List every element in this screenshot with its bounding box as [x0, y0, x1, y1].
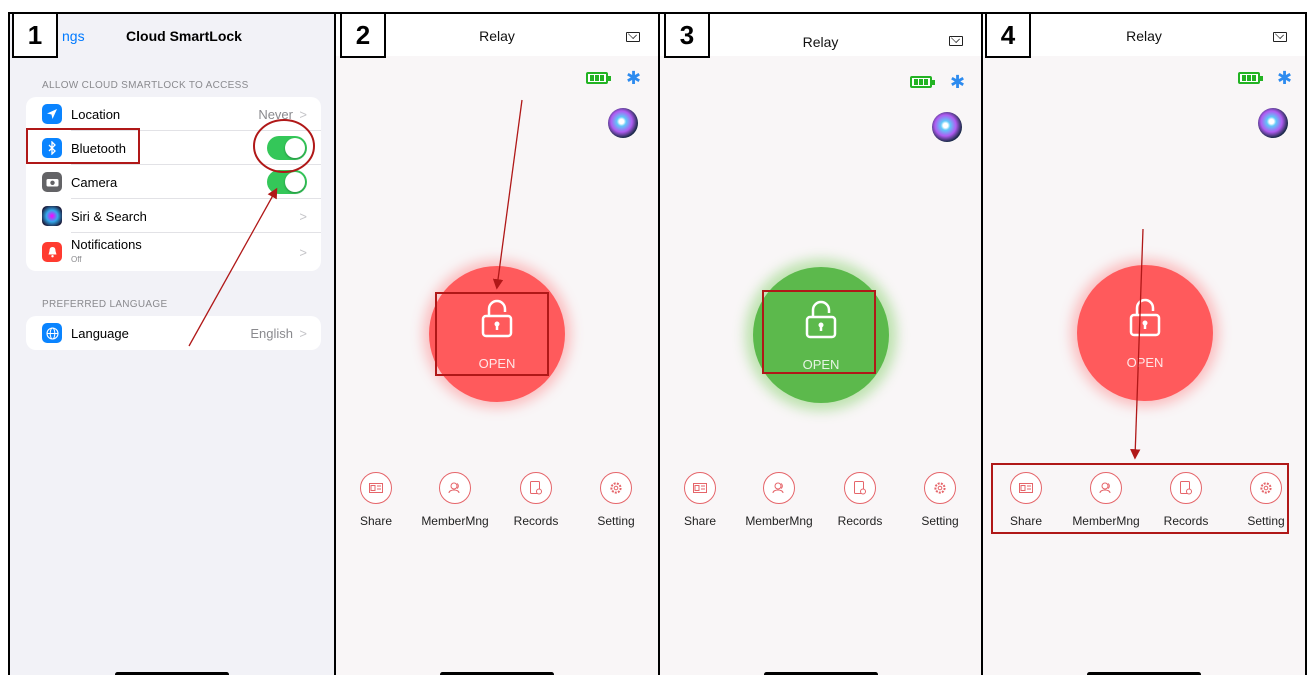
nav-records[interactable]: Records: [820, 472, 900, 528]
row-language[interactable]: Language English >: [26, 316, 321, 350]
bluetooth-icon: ✱: [950, 72, 966, 92]
step-badge-3: 3: [664, 12, 710, 58]
camera-toggle[interactable]: [267, 170, 307, 194]
members-icon: [439, 472, 471, 504]
camera-icon: [42, 172, 62, 192]
highlight-open-button-active: [762, 290, 876, 374]
battery-icon: [586, 72, 611, 84]
siri-icon[interactable]: [1258, 108, 1288, 138]
mail-icon[interactable]: [949, 36, 963, 46]
settings-panel: ngs Cloud SmartLock ALLOW CLOUD SMARTLOC…: [8, 12, 336, 675]
share-icon: [360, 472, 392, 504]
row-label: Notifications: [71, 237, 142, 252]
nav-records[interactable]: Records: [496, 472, 576, 528]
mail-icon[interactable]: [1273, 32, 1287, 42]
nav-share[interactable]: Share: [336, 472, 416, 528]
location-icon: [42, 104, 62, 124]
highlight-bottom-nav: [991, 463, 1289, 534]
app-title: Relay: [1126, 28, 1162, 44]
chevron-right-icon: >: [299, 244, 307, 260]
nav-label: Records: [513, 514, 559, 528]
row-value: Never: [258, 106, 293, 122]
nav-label: Records: [837, 514, 883, 528]
row-location[interactable]: Location Never >: [26, 97, 321, 131]
mail-icon[interactable]: [626, 32, 640, 42]
siri-icon[interactable]: [608, 108, 638, 138]
bluetooth-icon: ✱: [1277, 68, 1293, 88]
row-label: Camera: [71, 174, 118, 190]
nav-membermng[interactable]: MemberMng: [415, 472, 495, 528]
highlight-open-button: [435, 292, 549, 376]
records-icon: [520, 472, 552, 504]
records-icon: [844, 472, 876, 504]
step-badge-1: 1: [12, 12, 58, 58]
gear-icon: [600, 472, 632, 504]
permissions-group: Location Never > Bluetooth Camera Siri &…: [26, 97, 321, 271]
nav-share[interactable]: Share: [660, 472, 740, 528]
highlight-bluetooth-row: [26, 128, 140, 164]
bottom-nav: Share MemberMng Records Setting: [336, 472, 658, 542]
row-label: Siri & Search: [71, 208, 147, 224]
siri-icon[interactable]: [932, 112, 962, 142]
nav-label: MemberMng: [745, 514, 813, 528]
members-icon: [763, 472, 795, 504]
siri-icon: [42, 206, 62, 226]
gear-icon: [924, 472, 956, 504]
open-lock-button[interactable]: OPEN: [1077, 265, 1213, 401]
row-label: Location: [71, 106, 121, 122]
bottom-nav: Share MemberMng Records Setting: [660, 472, 981, 542]
nav-label: Share: [359, 514, 393, 528]
nav-setting[interactable]: Setting: [900, 472, 980, 528]
app-panel-4: Relay ✱ OPEN Share MemberMng Records Set…: [981, 12, 1307, 675]
step-badge-2: 2: [340, 12, 386, 58]
nav-label: Setting: [921, 514, 959, 528]
row-notifications[interactable]: Notifications Off >: [26, 233, 321, 271]
section-header-access: ALLOW CLOUD SMARTLOCK TO ACCESS: [42, 80, 249, 91]
row-siri[interactable]: Siri & Search >: [26, 199, 321, 233]
chevron-right-icon: >: [299, 325, 307, 341]
section-header-language: PREFERRED LANGUAGE: [42, 299, 168, 310]
nav-label: MemberMng: [421, 514, 489, 528]
row-sublabel: Off: [71, 255, 82, 264]
page-title: Cloud SmartLock: [126, 28, 242, 44]
nav-membermng[interactable]: MemberMng: [739, 472, 819, 528]
nav-label: Share: [683, 514, 717, 528]
step-badge-4: 4: [985, 12, 1031, 58]
app-header: Relay: [983, 14, 1305, 56]
bluetooth-icon: ✱: [626, 68, 642, 88]
lock-icon: [1129, 298, 1161, 337]
chevron-right-icon: >: [299, 106, 307, 122]
row-value: English: [250, 325, 293, 341]
open-label: OPEN: [1126, 355, 1164, 370]
battery-icon: [1238, 72, 1263, 84]
nav-label: Setting: [597, 514, 635, 528]
bluetooth-toggle[interactable]: [267, 136, 307, 160]
chevron-right-icon: >: [299, 208, 307, 224]
share-icon: [684, 472, 716, 504]
language-group: Language English >: [26, 316, 321, 350]
globe-icon: [42, 323, 62, 343]
battery-icon: [910, 76, 935, 88]
row-label: Language: [71, 325, 129, 341]
row-camera[interactable]: Camera: [26, 165, 321, 199]
nav-setting[interactable]: Setting: [576, 472, 656, 528]
notifications-icon: [42, 242, 62, 262]
settings-navbar: ngs Cloud SmartLock: [10, 28, 334, 52]
